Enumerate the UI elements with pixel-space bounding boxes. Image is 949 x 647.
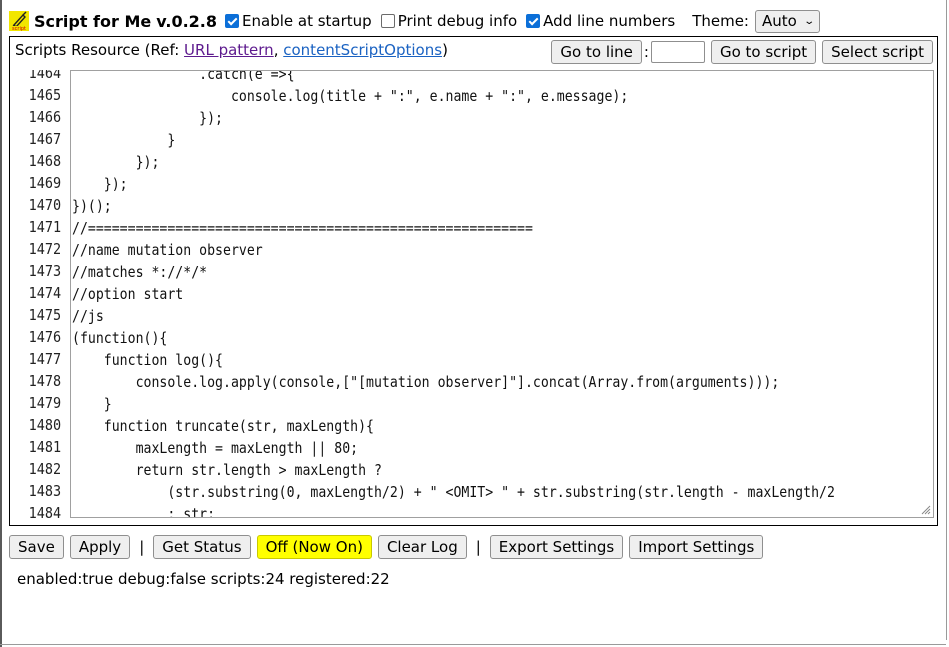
code-line: //js xyxy=(72,307,104,325)
code-line: console.log.apply(console,["[mutation ob… xyxy=(72,373,780,391)
app-title: Script for Me xyxy=(34,11,152,31)
code-line: })(); xyxy=(72,197,112,215)
checkbox-checked-icon[interactable] xyxy=(225,14,240,28)
line-number: 1478 xyxy=(28,372,61,390)
content-script-options-link[interactable]: contentScriptOptions xyxy=(283,41,442,59)
header: script Script for Me v.0.2.8 Enable at s… xyxy=(9,8,821,34)
print-debug-info-label: Print debug info xyxy=(397,12,518,30)
code-line: //option start xyxy=(72,285,184,303)
line-number: 1471 xyxy=(28,218,61,236)
line-number: 1472 xyxy=(28,240,61,258)
import-settings-button[interactable]: Import Settings xyxy=(629,535,764,559)
code-line: }); xyxy=(72,175,128,193)
code-textarea[interactable]: .catch(e =>{ console.log(title + ":", e.… xyxy=(70,70,934,518)
go-to-script-button[interactable]: Go to script xyxy=(710,40,817,64)
add-line-numbers-label: Add line numbers xyxy=(543,12,676,30)
go-to-line-button[interactable]: Go to line xyxy=(551,40,642,64)
line-number: 1475 xyxy=(28,306,61,324)
line-number: 1477 xyxy=(28,350,61,368)
line-number: 1480 xyxy=(28,416,61,434)
window-edge xyxy=(0,0,2,647)
line-number: 1479 xyxy=(28,394,61,412)
clear-log-button[interactable]: Clear Log xyxy=(377,535,467,559)
code-line: .catch(e =>{ xyxy=(72,70,295,83)
code-line: (str.substring(0, maxLength/2) + " <OMIT… xyxy=(72,483,835,501)
add-line-numbers-checkbox[interactable]: Add line numbers xyxy=(526,12,675,30)
editor-toolbar: Go to line : Go to script Select script xyxy=(551,40,933,64)
code-line: console.log(title + ":", e.name + ":", e… xyxy=(72,87,629,105)
code-line: //matches *://*/* xyxy=(72,263,208,281)
separator: | xyxy=(475,538,481,556)
line-number: 1474 xyxy=(28,284,61,302)
action-bar: Save Apply | Get Status Off (Now On) Cle… xyxy=(9,535,764,559)
colon-separator: : xyxy=(643,43,649,61)
enable-at-startup-checkbox[interactable]: Enable at startup xyxy=(225,12,372,30)
line-number: 1482 xyxy=(28,460,61,478)
line-number: 1469 xyxy=(28,174,61,192)
code-line: maxLength = maxLength || 80; xyxy=(72,439,359,457)
theme-select[interactable]: Auto ⌄ xyxy=(754,9,821,33)
chevron-down-icon: ⌄ xyxy=(803,15,815,27)
link-separator: , xyxy=(273,41,284,59)
script-logo-icon: script xyxy=(9,11,29,31)
apply-button[interactable]: Apply xyxy=(69,535,131,559)
code-line: //name mutation observer xyxy=(72,241,263,259)
line-number: 1468 xyxy=(28,152,61,170)
code-line: return str.length > maxLength ? xyxy=(72,461,382,479)
resource-label-prefix: Scripts Resource (Ref: xyxy=(15,41,185,59)
code-line: (function(){ xyxy=(72,329,168,347)
resize-grip-icon[interactable] xyxy=(919,503,931,515)
line-number: 1467 xyxy=(28,130,61,148)
code-line: }); xyxy=(72,109,224,127)
line-number: 1483 xyxy=(28,482,61,500)
url-pattern-link[interactable]: URL pattern xyxy=(184,41,274,59)
line-number: 1465 xyxy=(28,86,61,104)
line-number: 1484 xyxy=(28,504,61,518)
svg-text:script: script xyxy=(12,26,26,31)
toggle-enabled-button[interactable]: Off (Now On) xyxy=(256,535,372,559)
line-number: 1476 xyxy=(28,328,61,346)
theme-select-value: Auto xyxy=(761,12,797,30)
enable-at-startup-label: Enable at startup xyxy=(242,12,372,30)
code-line: } xyxy=(72,131,176,149)
line-number: 1470 xyxy=(28,196,61,214)
code-line: : str; xyxy=(72,505,216,518)
code-line: }); xyxy=(72,153,160,171)
window-edge xyxy=(946,0,947,640)
line-number: 1464 xyxy=(28,70,61,82)
line-number-gutter: 1464 1465 1466 1467 1468 1469 1470 1471 1472 1473… xyxy=(13,70,67,518)
resource-label-suffix: ) xyxy=(442,41,448,59)
status-text: enabled:true debug:false scripts:24 regi… xyxy=(17,570,390,588)
save-button[interactable]: Save xyxy=(9,535,64,559)
select-script-button[interactable]: Select script xyxy=(822,40,933,64)
code-line: function log(){ xyxy=(72,351,224,369)
scripts-resource-label: Scripts Resource (Ref: URL pattern, cont… xyxy=(15,41,448,59)
theme-label: Theme: xyxy=(692,12,749,30)
checkbox-unchecked-icon[interactable] xyxy=(380,14,395,28)
app-version: v.0.2.8 xyxy=(156,11,218,31)
code-line: function truncate(str, maxLength){ xyxy=(72,417,374,435)
code-line: //======================================… xyxy=(72,219,533,237)
line-number: 1466 xyxy=(28,108,61,126)
script-editor[interactable]: 1464 1465 1466 1467 1468 1469 1470 1471 1472 1473… xyxy=(13,70,934,518)
export-settings-button[interactable]: Export Settings xyxy=(489,535,624,559)
get-status-button[interactable]: Get Status xyxy=(153,535,251,559)
print-debug-info-checkbox[interactable]: Print debug info xyxy=(380,12,518,30)
line-number: 1473 xyxy=(28,262,61,280)
line-number: 1481 xyxy=(28,438,61,456)
line-number-input[interactable] xyxy=(650,41,705,63)
separator: | xyxy=(139,538,145,556)
scripts-resource-panel: Scripts Resource (Ref: URL pattern, cont… xyxy=(9,36,938,526)
checkbox-checked-icon[interactable] xyxy=(526,14,541,28)
window-edge xyxy=(0,644,946,645)
code-line: } xyxy=(72,395,112,413)
